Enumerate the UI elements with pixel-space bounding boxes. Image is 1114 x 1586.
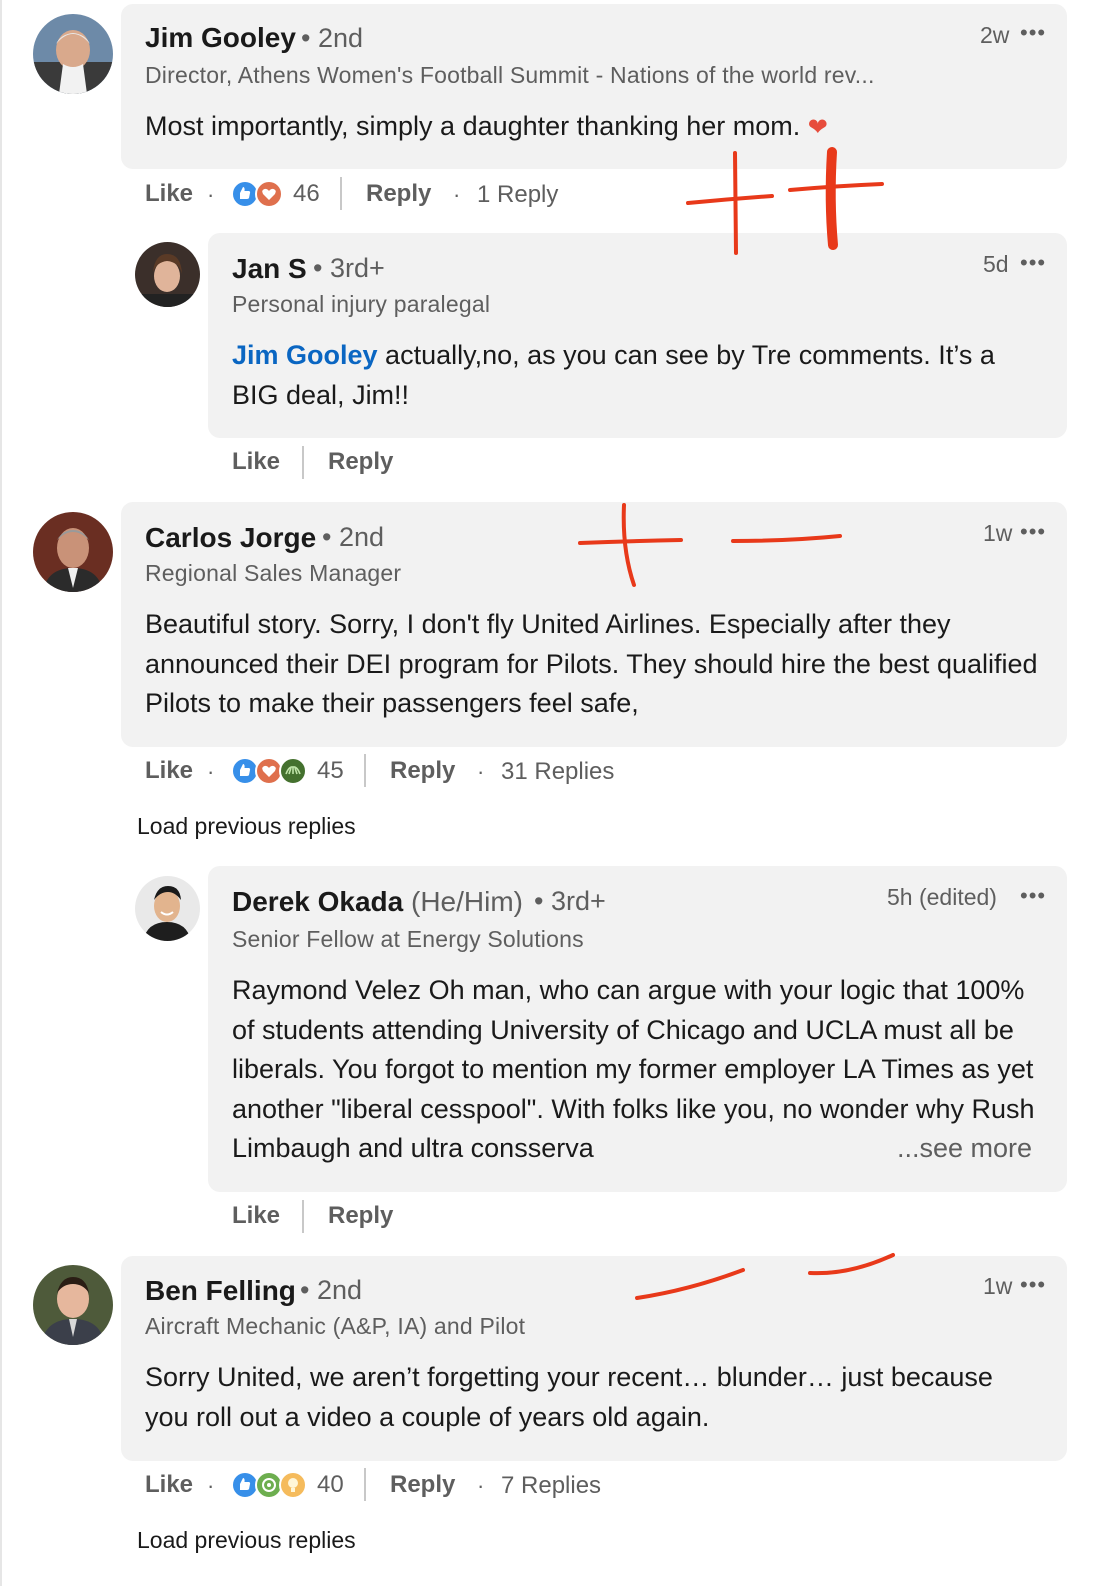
separator-dot: · xyxy=(207,1473,215,1498)
author-headline: Regional Sales Manager xyxy=(145,560,402,586)
timestamp: 2w xyxy=(980,22,1010,48)
reply-button[interactable]: Reply xyxy=(390,1471,455,1499)
replies-count-link[interactable]: 7 Replies xyxy=(501,1472,601,1500)
annotation-plus xyxy=(788,182,884,192)
author-name[interactable]: Derek Okada (He/Him) xyxy=(232,886,523,918)
pronouns: (He/Him) xyxy=(411,886,523,917)
author-name-text: Derek Okada xyxy=(232,886,404,917)
connection-degree: • 2nd xyxy=(322,522,385,552)
divider xyxy=(302,446,304,479)
author-headline: Personal injury paralegal xyxy=(232,291,491,317)
reply-button[interactable]: Reply xyxy=(328,448,393,476)
separator-dot: · xyxy=(207,759,215,784)
like-button[interactable]: Like xyxy=(145,180,193,208)
more-options-icon[interactable]: ••• xyxy=(1020,883,1046,909)
avatar[interactable] xyxy=(33,14,113,94)
timestamp: 1w xyxy=(983,520,1013,546)
author-name[interactable]: Ben Felling xyxy=(145,1275,296,1307)
avatar[interactable] xyxy=(33,512,113,592)
like-button[interactable]: Like xyxy=(145,757,193,785)
connection-degree: • 3rd+ xyxy=(313,253,385,283)
support-reaction-icon xyxy=(279,757,307,785)
mention-link[interactable]: Jim Gooley xyxy=(232,340,378,370)
connection-degree: • 3rd+ xyxy=(534,886,606,916)
reply-button[interactable]: Reply xyxy=(328,1202,393,1230)
connection-degree: • 2nd xyxy=(300,1275,363,1305)
annotation-plus xyxy=(686,194,774,205)
more-options-icon[interactable]: ••• xyxy=(1020,20,1046,46)
separator-dot: · xyxy=(477,759,485,784)
replies-count-link[interactable]: 1 Reply xyxy=(477,181,558,209)
reaction-count[interactable]: 40 xyxy=(317,1471,344,1499)
divider xyxy=(302,1200,304,1233)
author-headline: Aircraft Mechanic (A&P, IA) and Pilot xyxy=(145,1313,526,1339)
more-options-icon[interactable]: ••• xyxy=(1020,519,1046,545)
author-name[interactable]: Carlos Jorge xyxy=(145,522,316,554)
comment-text: Sorry United, we aren’t forgetting your … xyxy=(145,1362,993,1432)
comment-text: Beautiful story. Sorry, I don't fly Unit… xyxy=(145,609,1038,718)
timestamp: 1w xyxy=(983,1273,1013,1299)
connection-degree: • 2nd xyxy=(301,23,364,53)
like-button[interactable]: Like xyxy=(232,1202,280,1230)
reply-button[interactable]: Reply xyxy=(366,180,431,208)
load-previous-replies-link[interactable]: Load previous replies xyxy=(137,1527,356,1554)
separator-dot: · xyxy=(207,182,215,207)
reply-text: Jim Gooley actually,no, as you can see b… xyxy=(232,336,1047,415)
replies-count-link[interactable]: 31 Replies xyxy=(501,758,614,786)
love-reaction-icon xyxy=(255,180,283,208)
insightful-reaction-icon xyxy=(279,1471,307,1499)
like-button[interactable]: Like xyxy=(145,1471,193,1499)
comment-text: Most importantly, simply a daughter than… xyxy=(145,107,1045,148)
divider xyxy=(340,177,342,210)
separator-dot: · xyxy=(453,182,461,207)
card-left-border xyxy=(0,0,2,1586)
more-options-icon[interactable]: ••• xyxy=(1020,1272,1046,1298)
avatar[interactable] xyxy=(33,1265,113,1345)
timestamp: 5h (edited) xyxy=(887,884,997,910)
author-name[interactable]: Jan S xyxy=(232,253,307,285)
comment-text-content: Most importantly, simply a daughter than… xyxy=(145,111,801,141)
reaction-count[interactable]: 45 xyxy=(317,757,344,785)
divider xyxy=(364,1468,366,1501)
like-button[interactable]: Like xyxy=(232,448,280,476)
separator-dot: · xyxy=(477,1473,485,1498)
see-more-link[interactable]: ...see more xyxy=(889,1129,1033,1169)
author-headline: Senior Fellow at Energy Solutions xyxy=(232,926,584,952)
avatar[interactable] xyxy=(135,876,200,941)
reply-button[interactable]: Reply xyxy=(390,757,455,785)
see-more-text[interactable]: ...see more xyxy=(889,1133,1033,1163)
avatar[interactable] xyxy=(135,242,200,307)
load-previous-replies-link[interactable]: Load previous replies xyxy=(137,813,356,840)
timestamp: 5d xyxy=(983,251,1009,277)
author-headline: Director, Athens Women's Football Summit… xyxy=(145,62,875,88)
author-name[interactable]: Jim Gooley xyxy=(145,22,296,54)
divider xyxy=(364,754,366,787)
more-options-icon[interactable]: ••• xyxy=(1020,250,1046,276)
reaction-count[interactable]: 46 xyxy=(293,180,320,208)
heart-emoji-icon: ❤ xyxy=(807,114,828,141)
